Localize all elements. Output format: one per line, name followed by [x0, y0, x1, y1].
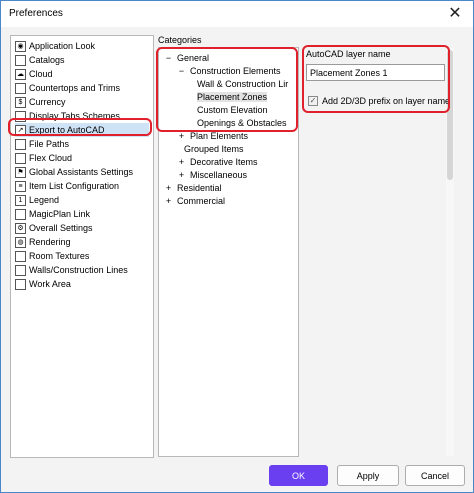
- nav-item-label: MagicPlan Link: [29, 209, 91, 219]
- settings-icon: ⚙: [15, 223, 26, 235]
- nav-item-label: Walls/Construction Lines: [29, 265, 128, 275]
- tree-node-label: Plan Elements: [190, 131, 249, 141]
- nav-item[interactable]: Room Textures: [15, 249, 149, 263]
- nav-item[interactable]: ⚑ Global Assistants Settings: [15, 165, 149, 179]
- nav-item[interactable]: Countertops and Trims: [15, 81, 149, 95]
- tree-node-label: Commercial: [177, 196, 226, 206]
- flag-icon: ⚑: [15, 167, 26, 179]
- tree-node-label: Grouped Items: [184, 144, 244, 154]
- nav-item[interactable]: Walls/Construction Lines: [15, 263, 149, 277]
- nav-item[interactable]: ⚙ Overall Settings: [15, 221, 149, 235]
- nav-item[interactable]: Work Area: [15, 277, 149, 291]
- legend-icon: 1: [15, 195, 26, 207]
- tree-node[interactable]: + Commercial: [164, 195, 225, 208]
- window-title: Preferences: [9, 8, 63, 19]
- preferences-nav-list: ◉ Application Look Catalogs ☁ Cloud Counterto…: [10, 35, 154, 458]
- wall-icon: [15, 265, 26, 277]
- tree-node[interactable]: + Miscellaneous: [177, 169, 247, 182]
- countertop-icon: [15, 83, 26, 95]
- nav-item[interactable]: File Paths: [15, 137, 149, 151]
- tree-node[interactable]: Grouped Items: [177, 143, 244, 156]
- nav-item-label: Item List Configuration: [29, 181, 120, 191]
- nav-item-label: Application Look: [29, 41, 96, 51]
- cancel-button[interactable]: Cancel: [405, 465, 465, 486]
- nav-item-label: Legend: [29, 195, 60, 205]
- nav-item[interactable]: ≡ Item List Configuration: [15, 179, 149, 193]
- expand-icon[interactable]: +: [177, 158, 186, 167]
- currency-icon: $: [15, 97, 26, 109]
- nav-item-label: Countertops and Trims: [29, 83, 121, 93]
- highlight-export-to-autocad: [8, 118, 152, 136]
- nav-item-label: Room Textures: [29, 251, 90, 261]
- cloud-icon: ☁: [15, 69, 26, 81]
- rendering-icon: ◍: [15, 237, 26, 249]
- nav-item-label: Flex Cloud: [29, 153, 73, 163]
- highlight-category-tree: [156, 47, 298, 132]
- nav-item-label: Cloud: [29, 69, 53, 79]
- nav-item-label: Global Assistants Settings: [29, 167, 134, 177]
- title-bar: Preferences ✕: [1, 1, 473, 27]
- nav-item-label: Work Area: [29, 279, 71, 289]
- nav-item-label: Currency: [29, 97, 66, 107]
- nav-item[interactable]: ◉ Application Look: [15, 39, 149, 53]
- expand-icon[interactable]: +: [164, 197, 173, 206]
- apply-button[interactable]: Apply: [337, 465, 399, 486]
- expand-icon[interactable]: +: [177, 171, 186, 180]
- catalog-icon: [15, 55, 26, 67]
- close-icon[interactable]: ✕: [445, 4, 465, 24]
- file-icon: [15, 139, 26, 151]
- nav-item[interactable]: ☁ Cloud: [15, 67, 149, 81]
- tree-node-label: Residential: [177, 183, 222, 193]
- nav-item[interactable]: Flex Cloud: [15, 151, 149, 165]
- ok-button[interactable]: OK: [269, 465, 328, 486]
- nav-item-label: Rendering: [29, 237, 71, 247]
- categories-label: Categories: [158, 35, 202, 45]
- magicplan-icon: [15, 209, 26, 221]
- nav-item-label: File Paths: [29, 139, 70, 149]
- flex-cloud-icon: [15, 153, 26, 165]
- tree-node-label: Decorative Items: [190, 157, 258, 167]
- nav-item[interactable]: 1 Legend: [15, 193, 149, 207]
- work-area-icon: [15, 279, 26, 291]
- nav-item-label: Overall Settings: [29, 223, 93, 233]
- list-icon: ≡: [15, 181, 26, 193]
- nav-item[interactable]: MagicPlan Link: [15, 207, 149, 221]
- preferences-window: Preferences ✕ ◉ Application Look Catalogs ☁…: [0, 0, 474, 493]
- eye-icon: ◉: [15, 41, 26, 53]
- nav-item[interactable]: ◍ Rendering: [15, 235, 149, 249]
- nav-item-label: Catalogs: [29, 55, 65, 65]
- nav-item[interactable]: $ Currency: [15, 95, 149, 109]
- tree-node[interactable]: + Residential: [164, 182, 222, 195]
- texture-icon: [15, 251, 26, 263]
- tree-node[interactable]: + Decorative Items: [177, 156, 258, 169]
- tree-node-label: Miscellaneous: [190, 170, 248, 180]
- expand-icon[interactable]: +: [164, 184, 173, 193]
- highlight-layer-settings: [302, 45, 450, 113]
- nav-item[interactable]: Catalogs: [15, 53, 149, 67]
- expand-icon[interactable]: +: [177, 132, 186, 141]
